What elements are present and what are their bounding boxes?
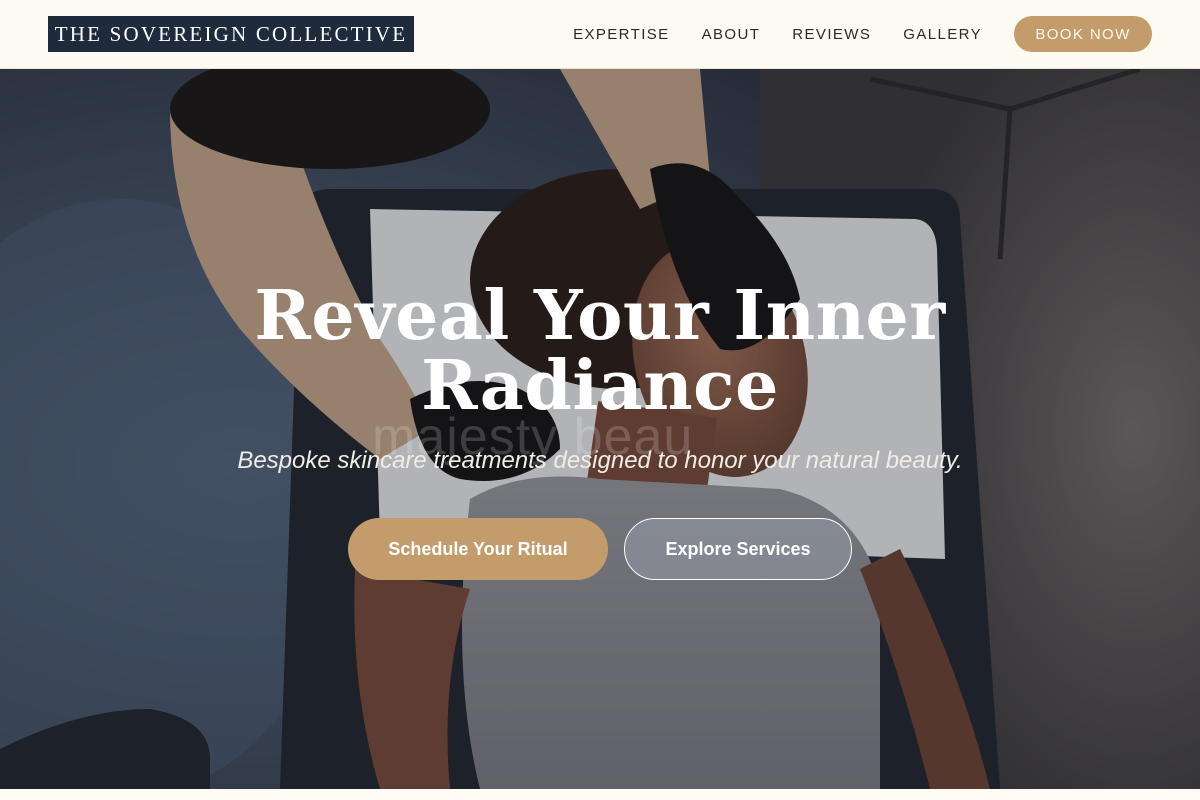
brand-logo[interactable]: THE SOVEREIGN COLLECTIVE	[48, 16, 414, 52]
schedule-ritual-button[interactable]: Schedule Your Ritual	[348, 518, 608, 580]
page-bottom-strip	[0, 789, 1200, 800]
hero-headline: Reveal Your Inner Radiance	[250, 281, 950, 421]
hero-headline-line2: Radiance	[421, 346, 779, 426]
nav-link-about[interactable]: ABOUT	[702, 26, 761, 43]
nav-link-expertise[interactable]: EXPERTISE	[573, 26, 670, 43]
main-nav: EXPERTISE ABOUT REVIEWS GALLERY BOOK NOW	[573, 16, 1152, 52]
nav-link-gallery[interactable]: GALLERY	[903, 26, 982, 43]
site-header: THE SOVEREIGN COLLECTIVE EXPERTISE ABOUT…	[0, 0, 1200, 69]
nav-link-reviews[interactable]: REVIEWS	[792, 26, 871, 43]
book-now-button[interactable]: BOOK NOW	[1014, 16, 1152, 52]
hero-headline-line1: Reveal Your Inner	[254, 276, 946, 356]
hero-subheadline: Bespoke skincare treatments designed to …	[237, 447, 963, 474]
explore-services-button[interactable]: Explore Services	[624, 518, 852, 580]
hero-section: majesty beau Reveal Your Inner Radiance …	[0, 69, 1200, 789]
